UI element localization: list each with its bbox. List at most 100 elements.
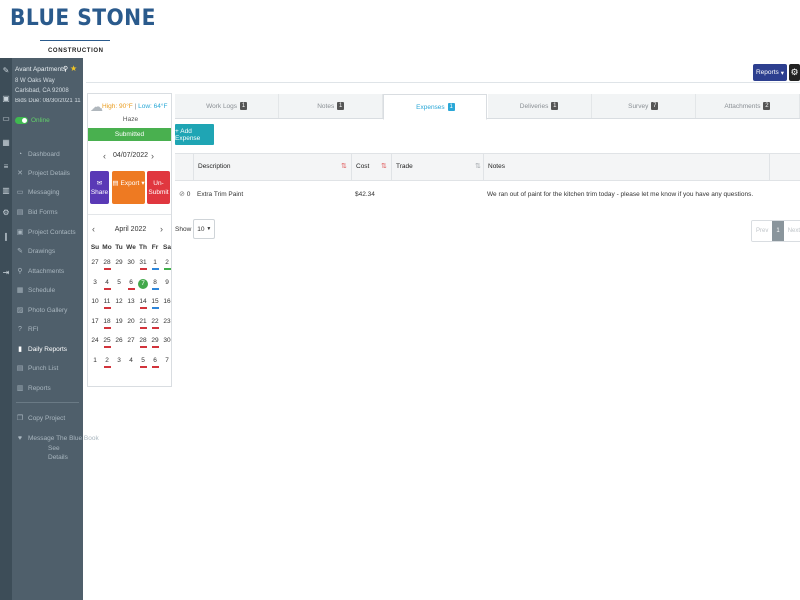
sidebar-item-label: Copy Project <box>28 414 66 422</box>
folder-icon[interactable]: ▭ <box>1 114 11 124</box>
calendar-day[interactable]: 11 <box>101 298 113 309</box>
settings-button[interactable]: ⚙ <box>789 64 800 81</box>
calendar-day[interactable]: 28 <box>137 337 149 348</box>
calendar-day[interactable]: 4 <box>101 279 113 290</box>
table-row[interactable]: ⊘ 0 Extra Trim Paint $42.34 We ran out o… <box>175 182 800 208</box>
calendar-day[interactable]: 14 <box>137 298 149 309</box>
calendar-day[interactable]: 15 <box>149 298 161 309</box>
tab-work-logs[interactable]: Work Logs 1 <box>175 94 280 118</box>
calendar-day[interactable]: 2 <box>101 357 113 368</box>
calendar-day[interactable]: 22 <box>149 318 161 329</box>
calendar-day[interactable]: 3 <box>89 279 101 286</box>
calendar-day[interactable]: 27 <box>125 337 137 344</box>
calendar-day[interactable]: 16 <box>161 298 173 305</box>
column-header-description[interactable]: Description <box>193 154 351 180</box>
calendar-day[interactable]: 20 <box>125 318 137 325</box>
page-size-select[interactable]: 10 ▼ <box>193 219 216 239</box>
thermometer-icon[interactable]: ❙ <box>1 232 11 242</box>
company-logo[interactable]: BLUE STONE CONSTRUCTION <box>10 6 155 56</box>
column-header-trade[interactable]: Trade <box>391 154 483 180</box>
sidebar-item-project-details[interactable]: ✕ Project Details <box>16 167 70 179</box>
toggle-switch[interactable] <box>15 117 28 124</box>
calendar-day[interactable]: 12 <box>113 298 125 305</box>
calendar-day[interactable]: 23 <box>161 318 173 325</box>
calendar-day[interactable]: 30 <box>125 259 137 266</box>
attachment-count[interactable]: ⊘ 0 <box>179 182 190 208</box>
calendar-day[interactable]: 18 <box>101 318 113 329</box>
sidebar-item-dashboard[interactable]: ◔ Dashboard <box>16 148 60 160</box>
calendar-day[interactable]: 10 <box>89 298 101 305</box>
calendar-day[interactable]: 25 <box>101 337 113 348</box>
calendar-day[interactable]: 6 <box>149 357 161 368</box>
project-name[interactable]: Avant Apartments <box>15 66 66 73</box>
page-number-button[interactable]: 1 <box>772 221 784 241</box>
chart-icon[interactable]: ▥ <box>1 186 11 196</box>
export-button[interactable]: ▤ Export ▾ <box>112 171 145 204</box>
sidebar-item-messaging[interactable]: ▭ Messaging <box>16 186 60 198</box>
calendar-day[interactable]: 1 <box>149 259 161 270</box>
sidebar-item-punch-list[interactable]: ▤ Punch List <box>16 362 59 374</box>
sort-icon[interactable]: ⇅ <box>341 154 347 180</box>
sidebar-item-attachments[interactable]: ⚲ Attachments <box>16 265 64 277</box>
calendar-day[interactable]: 24 <box>89 337 101 344</box>
add-expense-button[interactable]: + Add Expense <box>175 124 214 145</box>
calendar-day[interactable]: 19 <box>113 318 125 325</box>
sidebar-item-copy-project[interactable]: ❐ Copy Project <box>16 412 65 424</box>
calendar-day[interactable]: 3 <box>113 357 125 364</box>
list-icon[interactable]: ≡ <box>1 162 11 172</box>
wrench-icon[interactable]: ✎ <box>1 66 11 76</box>
calendar-day[interactable]: 7 <box>161 357 173 364</box>
calendar-day[interactable]: 29 <box>149 337 161 348</box>
tab-notes[interactable]: Notes 1 <box>279 94 384 118</box>
calculator-icon[interactable]: ▦ <box>1 138 11 148</box>
calendar-day[interactable]: 17 <box>89 318 101 325</box>
sort-icon[interactable]: ⇅ <box>475 154 481 180</box>
calendar-day[interactable]: 26 <box>113 337 125 344</box>
calendar-day[interactable]: 27 <box>89 259 101 266</box>
calendar-day-selected[interactable]: 7 <box>137 278 149 289</box>
sidebar-item-details[interactable]: Details <box>48 451 68 463</box>
sidebar-item-schedule[interactable]: ▦ Schedule <box>16 284 55 296</box>
sidebar-item-reports[interactable]: ▥ Reports <box>16 382 51 394</box>
tab-attachments[interactable]: Attachments 2 <box>695 94 800 118</box>
map-pin-icon[interactable]: ⚲ <box>63 65 68 73</box>
tab-expenses[interactable]: Expenses 1 <box>383 94 488 120</box>
calendar-day[interactable]: 2 <box>161 259 173 270</box>
calendar-day[interactable]: 1 <box>89 357 101 364</box>
column-header-notes[interactable]: Notes <box>483 154 769 180</box>
calendar-day[interactable]: 30 <box>161 337 173 344</box>
building-icon[interactable]: ▣ <box>1 94 11 104</box>
next-page-button[interactable]: Next <box>783 221 800 241</box>
tab-deliveries[interactable]: Deliveries 1 <box>487 94 592 118</box>
calendar-day[interactable]: 21 <box>137 318 149 329</box>
sidebar-item-bid-forms[interactable]: ▤ Bid Forms <box>16 206 58 218</box>
calendar-day[interactable]: 9 <box>161 279 173 286</box>
gear-icon[interactable]: ⚙ <box>1 208 11 218</box>
calendar-day[interactable]: 5 <box>113 279 125 286</box>
star-icon[interactable]: ★ <box>70 64 77 73</box>
next-date-arrow[interactable]: › <box>151 151 154 161</box>
sidebar-item-drawings[interactable]: ✎ Drawings <box>16 245 55 257</box>
sidebar-item-daily-reports[interactable]: ▮ Daily Reports <box>16 343 67 355</box>
calendar-day[interactable]: 4 <box>125 357 137 364</box>
sidebar-item-rfi[interactable]: ? RFI <box>16 323 38 335</box>
calendar-day[interactable]: 8 <box>149 279 161 290</box>
unsubmit-button[interactable]: Un- Submit <box>147 171 170 204</box>
calendar-day[interactable]: 31 <box>137 259 149 270</box>
calendar-weekday: Su <box>90 244 100 251</box>
calendar-day[interactable]: 28 <box>101 259 113 270</box>
calendar-day[interactable]: 5 <box>137 357 149 368</box>
reports-dropdown-button[interactable]: Reports ▾ <box>753 64 787 81</box>
sort-icon[interactable]: ⇅ <box>381 154 387 180</box>
logout-icon[interactable]: ⇥ <box>1 268 11 278</box>
prev-page-button[interactable]: Prev <box>752 221 773 241</box>
share-button[interactable]: ✉ Share <box>90 171 109 204</box>
next-month-arrow[interactable]: › <box>160 224 163 234</box>
tab-survey[interactable]: Survey 7 <box>591 94 696 118</box>
online-toggle[interactable]: Online <box>15 117 50 124</box>
calendar-day[interactable]: 13 <box>125 298 137 305</box>
calendar-day[interactable]: 6 <box>125 279 137 290</box>
calendar-day[interactable]: 29 <box>113 259 125 266</box>
sidebar-item-project-contacts[interactable]: ▣ Project Contacts <box>16 226 76 238</box>
sidebar-item-photo-gallery[interactable]: ▨ Photo Gallery <box>16 304 68 316</box>
